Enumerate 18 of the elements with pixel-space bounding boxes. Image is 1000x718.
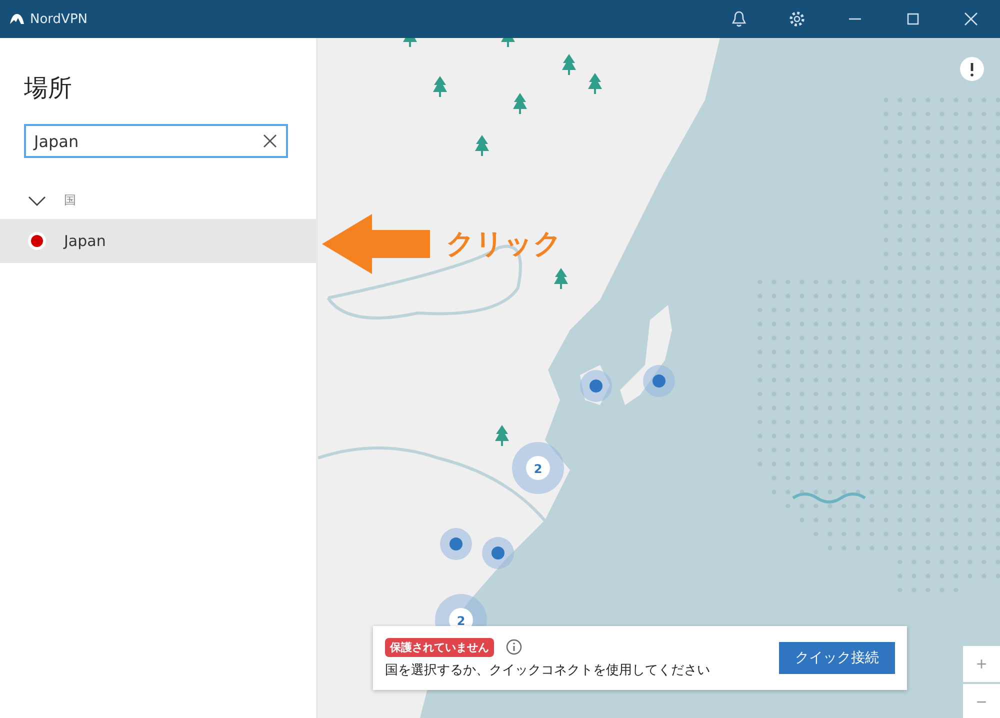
zoom-button[interactable]: +: [963, 646, 1000, 682]
country-item[interactable]: Japan: [0, 219, 316, 263]
chevron-icon[interactable]: [28, 196, 46, 206]
zoom-button[interactable]: −: [963, 684, 1000, 718]
logo-icon: [10, 14, 24, 24]
country-name: Japan: [64, 232, 106, 250]
alert-icon[interactable]: [959, 56, 985, 82]
status-badge: 保護されていません: [385, 638, 494, 656]
window-title: NordVPN: [30, 12, 88, 26]
sidebar-heading: 場所: [23, 73, 73, 104]
search-field[interactable]: Japan: [24, 124, 288, 158]
info-icon[interactable]: [506, 639, 522, 655]
group-label: 国: [64, 192, 76, 209]
annotation-text: クリック: [446, 226, 562, 262]
status-message: 国を選択するか、クイックコネクトを使用してください: [385, 662, 710, 678]
search-value: Japan: [34, 132, 80, 150]
clear-icon[interactable]: [262, 133, 278, 149]
quick-connect-button[interactable]: クイック接続: [779, 642, 895, 674]
